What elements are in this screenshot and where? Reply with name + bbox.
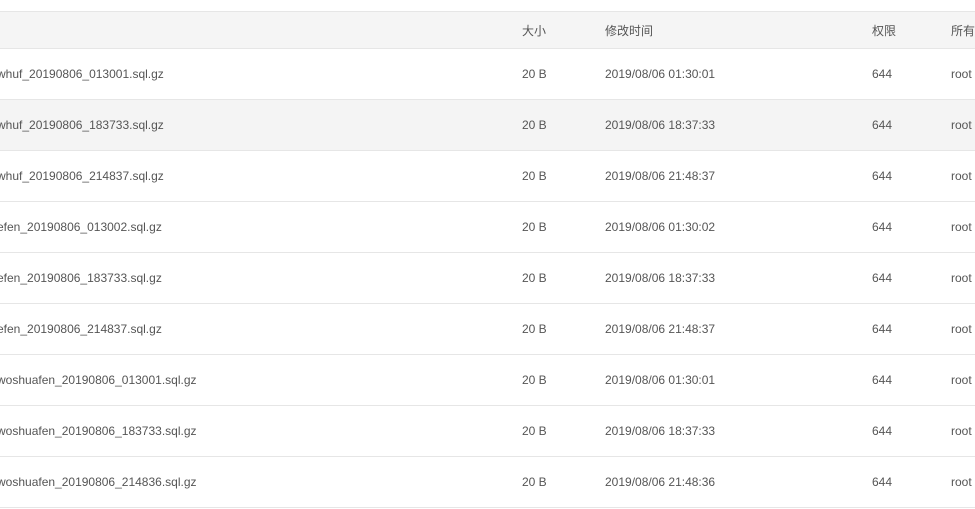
- file-modified: 2019/08/06 01:30:01: [605, 373, 716, 387]
- file-owner[interactable]: root: [951, 406, 975, 456]
- header-permission[interactable]: 权限: [872, 12, 932, 48]
- table-row[interactable]: whuf_20190806_183733.sql.gz 20 B 2019/08…: [0, 100, 975, 151]
- file-permission[interactable]: 644: [872, 355, 932, 405]
- file-name-text[interactable]: whuf_20190806_013001.sql.gz: [0, 67, 164, 81]
- file-permission[interactable]: 644: [872, 100, 932, 150]
- file-permission[interactable]: 644: [872, 49, 932, 99]
- file-owner[interactable]: root: [951, 355, 975, 405]
- header-modified[interactable]: 修改时间: [605, 12, 845, 48]
- file-modified: 2019/08/06 18:37:33: [605, 271, 716, 285]
- file-modified: 2019/08/06 21:48:37: [605, 169, 716, 183]
- file-owner[interactable]: root: [951, 457, 975, 507]
- table-body: whuf_20190806_013001.sql.gz 20 B 2019/08…: [0, 49, 975, 508]
- file-size: 20 B: [522, 67, 547, 81]
- file-modified: 2019/08/06 01:30:02: [605, 220, 716, 234]
- file-name[interactable]: woshuafen_20190806_183733.sql.gz: [0, 406, 500, 456]
- file-modified: 2019/08/06 18:37:33: [605, 424, 716, 438]
- table-header: 大小 修改时间 权限 所有: [0, 11, 975, 49]
- file-size: 20 B: [522, 220, 547, 234]
- table-row[interactable]: woshuafen_20190806_214836.sql.gz 20 B 20…: [0, 457, 975, 508]
- file-permission[interactable]: 644: [872, 253, 932, 303]
- file-name[interactable]: whuf_20190806_183733.sql.gz: [0, 100, 500, 150]
- header-name: [0, 12, 500, 48]
- file-owner[interactable]: root: [951, 151, 975, 201]
- file-name-text[interactable]: efen_20190806_013002.sql.gz: [0, 220, 162, 234]
- file-size: 20 B: [522, 271, 547, 285]
- file-owner[interactable]: root: [951, 100, 975, 150]
- file-name-text[interactable]: whuf_20190806_214837.sql.gz: [0, 169, 164, 183]
- file-modified: 2019/08/06 01:30:01: [605, 67, 716, 81]
- table-row[interactable]: efen_20190806_013002.sql.gz 20 B 2019/08…: [0, 202, 975, 253]
- file-permission[interactable]: 644: [872, 457, 932, 507]
- table-row[interactable]: whuf_20190806_013001.sql.gz 20 B 2019/08…: [0, 49, 975, 100]
- file-permission[interactable]: 644: [872, 406, 932, 456]
- file-name-text[interactable]: efen_20190806_214837.sql.gz: [0, 322, 162, 336]
- file-permission[interactable]: 644: [872, 304, 932, 354]
- file-owner[interactable]: root: [951, 253, 975, 303]
- file-name-text[interactable]: woshuafen_20190806_214836.sql.gz: [0, 475, 197, 489]
- file-modified: 2019/08/06 21:48:36: [605, 475, 716, 489]
- top-spacer: [0, 0, 975, 11]
- file-name-text[interactable]: woshuafen_20190806_183733.sql.gz: [0, 424, 197, 438]
- header-size[interactable]: 大小: [522, 12, 592, 48]
- file-modified: 2019/08/06 18:37:33: [605, 118, 716, 132]
- file-permission[interactable]: 644: [872, 151, 932, 201]
- file-size: 20 B: [522, 373, 547, 387]
- table-row[interactable]: whuf_20190806_214837.sql.gz 20 B 2019/08…: [0, 151, 975, 202]
- file-list-panel: 大小 修改时间 权限 所有 whuf_20190806_013001.sql.g…: [0, 0, 975, 509]
- table-row[interactable]: efen_20190806_183733.sql.gz 20 B 2019/08…: [0, 253, 975, 304]
- file-size: 20 B: [522, 118, 547, 132]
- file-owner[interactable]: root: [951, 49, 975, 99]
- file-name[interactable]: whuf_20190806_013001.sql.gz: [0, 49, 500, 99]
- file-size: 20 B: [522, 322, 547, 336]
- file-modified: 2019/08/06 21:48:37: [605, 322, 716, 336]
- file-name[interactable]: woshuafen_20190806_013001.sql.gz: [0, 355, 500, 405]
- file-name[interactable]: efen_20190806_013002.sql.gz: [0, 202, 500, 252]
- file-owner[interactable]: root: [951, 202, 975, 252]
- file-size: 20 B: [522, 475, 547, 489]
- file-owner[interactable]: root: [951, 304, 975, 354]
- file-name[interactable]: efen_20190806_183733.sql.gz: [0, 253, 500, 303]
- file-name[interactable]: woshuafen_20190806_214836.sql.gz: [0, 457, 500, 507]
- file-name-text[interactable]: whuf_20190806_183733.sql.gz: [0, 118, 164, 132]
- file-name-text[interactable]: woshuafen_20190806_013001.sql.gz: [0, 373, 197, 387]
- table-row[interactable]: woshuafen_20190806_183733.sql.gz 20 B 20…: [0, 406, 975, 457]
- file-permission[interactable]: 644: [872, 202, 932, 252]
- file-name[interactable]: efen_20190806_214837.sql.gz: [0, 304, 500, 354]
- table-row[interactable]: woshuafen_20190806_013001.sql.gz 20 B 20…: [0, 355, 975, 406]
- file-size: 20 B: [522, 424, 547, 438]
- file-name[interactable]: whuf_20190806_214837.sql.gz: [0, 151, 500, 201]
- file-size: 20 B: [522, 169, 547, 183]
- table-row[interactable]: efen_20190806_214837.sql.gz 20 B 2019/08…: [0, 304, 975, 355]
- file-name-text[interactable]: efen_20190806_183733.sql.gz: [0, 271, 162, 285]
- header-owner[interactable]: 所有: [951, 12, 975, 48]
